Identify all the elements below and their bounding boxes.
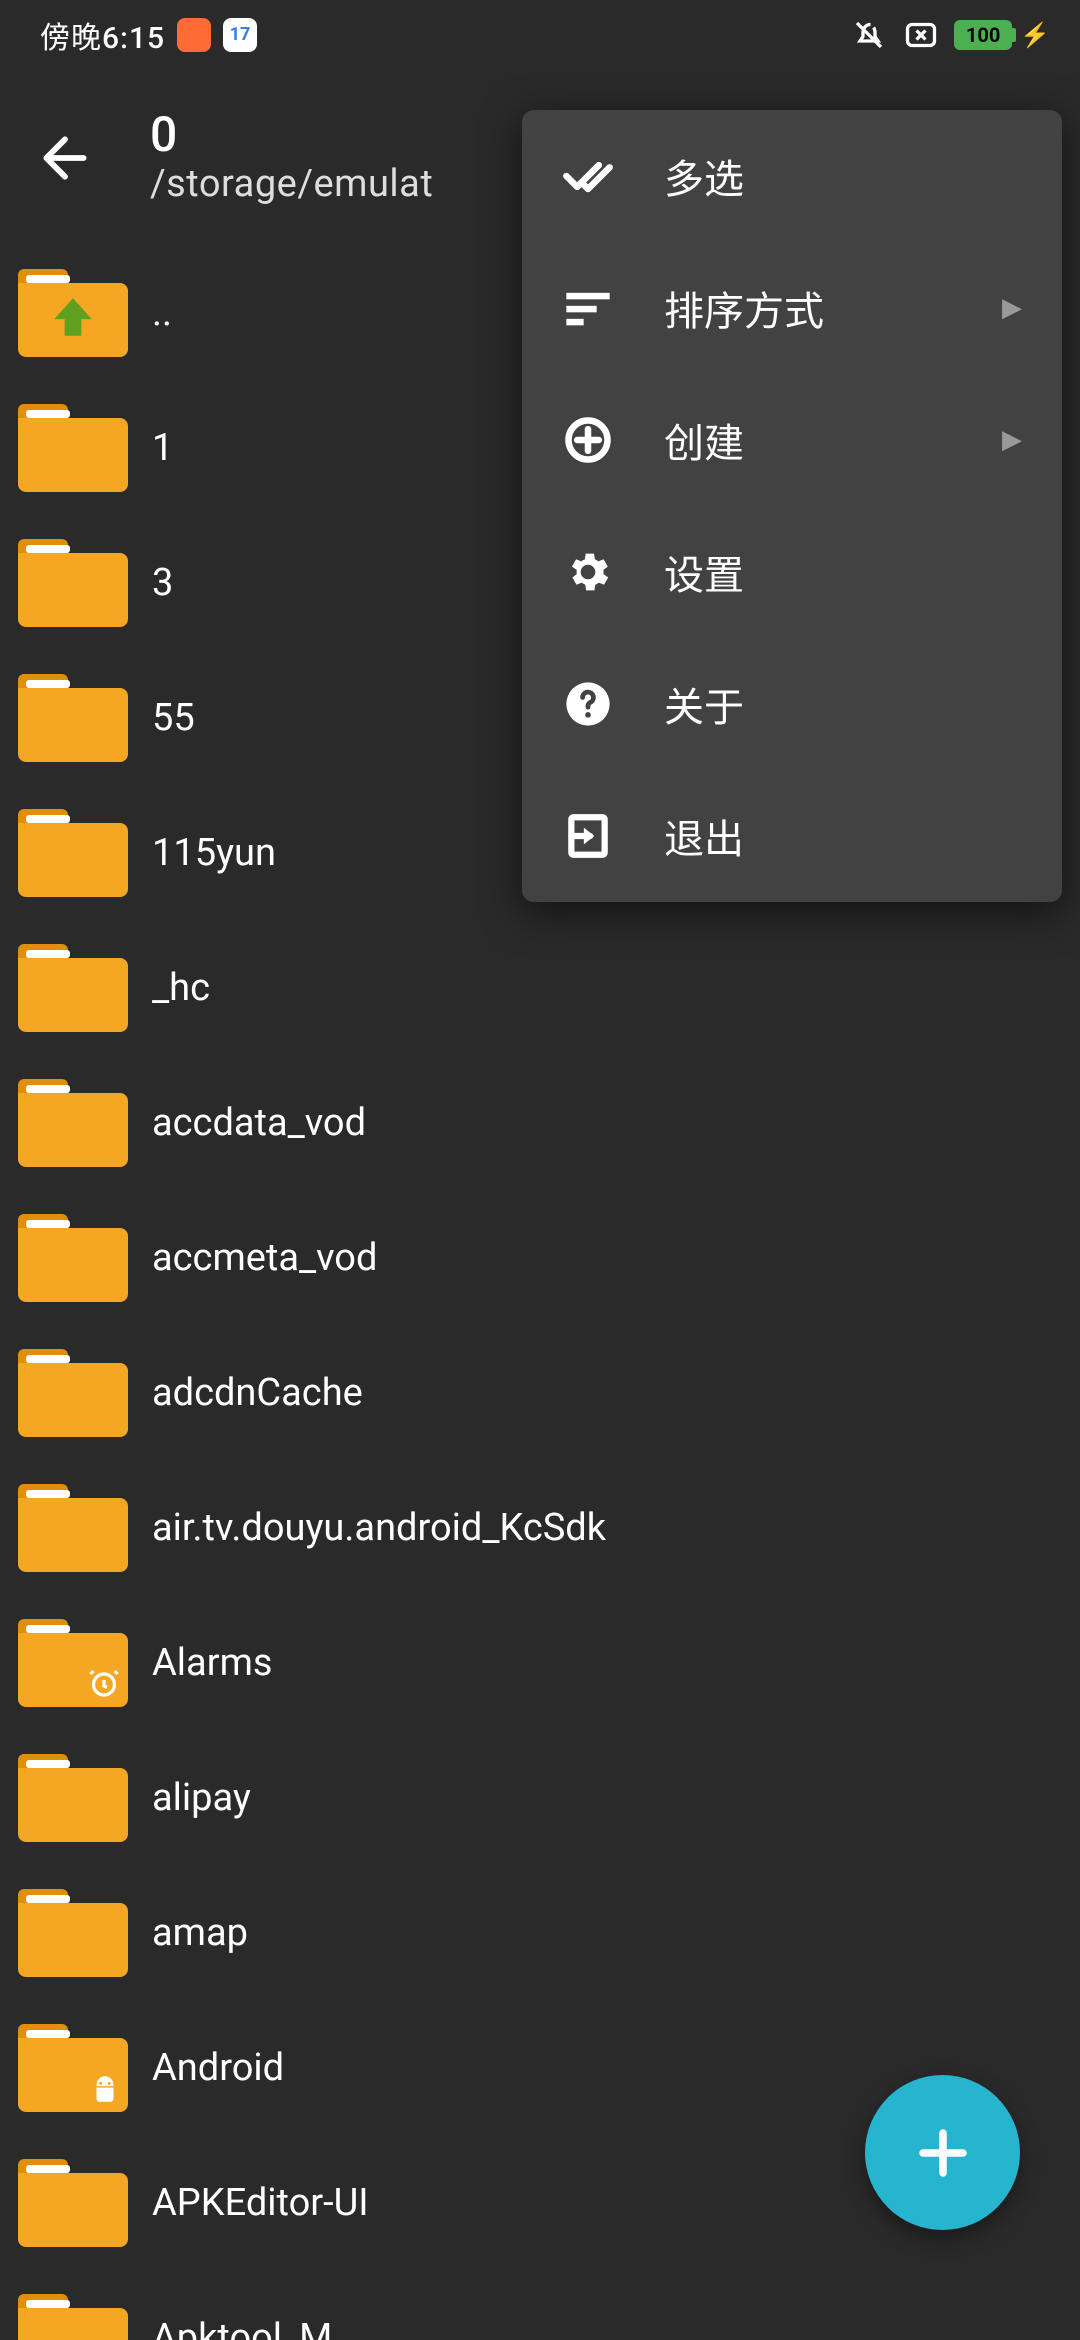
overflow-menu: 多选排序方式 ▶ 创建 ▶ 设置关于退出 xyxy=(522,110,1062,902)
menu-item-help[interactable]: 关于 xyxy=(522,638,1062,770)
sort-icon xyxy=(562,282,614,334)
menu-label: 创建 xyxy=(664,411,952,469)
file-name: APKEditor-UI xyxy=(152,2181,369,2225)
menu-item-plus-circle[interactable]: 创建 ▶ xyxy=(522,374,1062,506)
file-name: Apktool_M xyxy=(152,2316,332,2340)
file-name: air.tv.douyu.android_KcSdk xyxy=(152,1506,606,1550)
file-row[interactable]: _hc xyxy=(0,920,1080,1055)
file-name: accdata_vod xyxy=(152,1101,366,1145)
folder-icon xyxy=(18,2024,128,2112)
folder-icon xyxy=(18,674,128,762)
menu-label: 设置 xyxy=(664,543,1022,601)
file-name: Alarms xyxy=(152,1641,273,1685)
file-name: _hc xyxy=(152,966,210,1010)
folder-icon xyxy=(18,1889,128,1977)
file-name: Android xyxy=(152,2046,284,2090)
back-button[interactable] xyxy=(30,123,100,193)
chevron-right-icon: ▶ xyxy=(1002,425,1022,455)
menu-item-check-all[interactable]: 多选 xyxy=(522,110,1062,242)
menu-label: 排序方式 xyxy=(664,279,952,337)
file-row[interactable]: amap xyxy=(0,1865,1080,2000)
gear-icon xyxy=(562,546,614,598)
file-name: 3 xyxy=(152,561,173,605)
file-name: amap xyxy=(152,1911,248,1955)
check-all-icon xyxy=(562,150,614,202)
file-name: alipay xyxy=(152,1776,251,1820)
folder-icon xyxy=(18,269,128,357)
folder-icon xyxy=(18,2159,128,2247)
menu-item-exit[interactable]: 退出 xyxy=(522,770,1062,902)
file-row[interactable]: Alarms xyxy=(0,1595,1080,1730)
file-name: accmeta_vod xyxy=(152,1236,377,1280)
menu-item-gear[interactable]: 设置 xyxy=(522,506,1062,638)
folder-icon xyxy=(18,1619,128,1707)
battery-level: 100 xyxy=(954,20,1012,50)
folder-icon xyxy=(18,944,128,1032)
file-name: 115yun xyxy=(152,831,276,875)
status-time: 傍晚6:15 xyxy=(40,13,165,57)
file-row[interactable]: accdata_vod xyxy=(0,1055,1080,1190)
chevron-right-icon: ▶ xyxy=(1002,293,1022,323)
folder-icon xyxy=(18,809,128,897)
mute-icon xyxy=(850,16,888,54)
header-path: /storage/emulat xyxy=(150,162,433,206)
header-text: 0 /storage/emulat xyxy=(150,109,433,206)
status-left: 傍晚6:15 17 xyxy=(40,13,257,57)
menu-label: 退出 xyxy=(664,807,1022,865)
exit-icon xyxy=(562,810,614,862)
help-icon xyxy=(562,678,614,730)
folder-icon xyxy=(18,1349,128,1437)
menu-label: 关于 xyxy=(664,675,1022,733)
file-name: 1 xyxy=(152,426,173,470)
folder-icon xyxy=(18,1214,128,1302)
folder-icon xyxy=(18,1079,128,1167)
fab-add-button[interactable] xyxy=(865,2075,1020,2230)
file-row[interactable]: alipay xyxy=(0,1730,1080,1865)
folder-icon xyxy=(18,2294,128,2340)
status-app-icon-1 xyxy=(177,18,211,52)
file-name: adcdnCache xyxy=(152,1371,363,1415)
status-app-icon-calendar: 17 xyxy=(223,18,257,52)
file-name: 55 xyxy=(152,696,195,740)
header-count: 0 xyxy=(150,109,433,162)
file-row[interactable]: Apktool_M xyxy=(0,2270,1080,2340)
file-row[interactable]: adcdnCache xyxy=(0,1325,1080,1460)
plus-circle-icon xyxy=(562,414,614,466)
charging-icon: ⚡ xyxy=(1020,21,1050,49)
status-bar: 傍晚6:15 17 100 ⚡ xyxy=(0,0,1080,70)
file-name: .. xyxy=(152,291,172,335)
menu-label: 多选 xyxy=(664,147,1022,205)
folder-icon xyxy=(18,1484,128,1572)
close-box-icon xyxy=(902,16,940,54)
battery-indicator: 100 ⚡ xyxy=(954,20,1050,50)
status-right: 100 ⚡ xyxy=(850,16,1050,54)
folder-icon xyxy=(18,539,128,627)
folder-icon xyxy=(18,404,128,492)
file-row[interactable]: accmeta_vod xyxy=(0,1190,1080,1325)
menu-item-sort[interactable]: 排序方式 ▶ xyxy=(522,242,1062,374)
file-row[interactable]: air.tv.douyu.android_KcSdk xyxy=(0,1460,1080,1595)
folder-icon xyxy=(18,1754,128,1842)
